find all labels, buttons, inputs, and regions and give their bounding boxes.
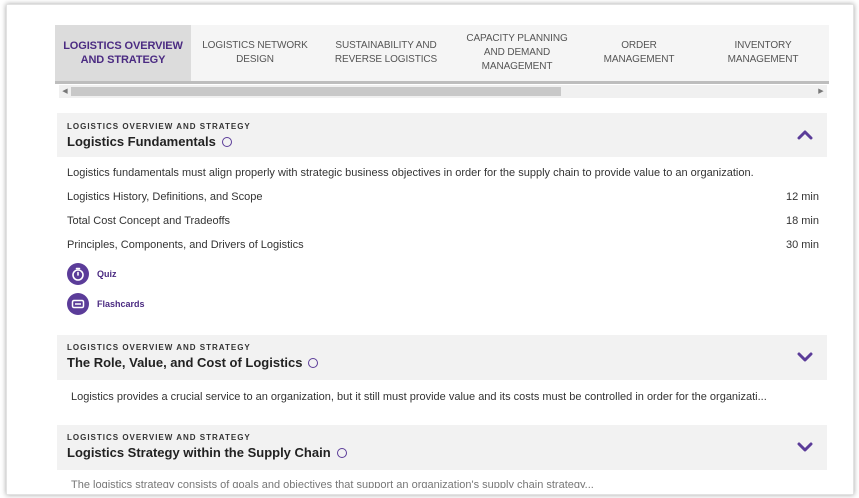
scroll-right-icon[interactable]: ▶ [815,85,827,98]
lesson-duration: 18 min [785,215,819,227]
chevron-up-icon[interactable] [797,127,813,143]
module-description: Logistics fundamentals must align proper… [67,167,754,179]
lesson-name: Principles, Components, and Drivers of L… [67,239,304,251]
progress-circle-icon [221,137,232,147]
tab-scrollbar[interactable]: ◀ ▶ [59,85,827,98]
tab-inventory-management[interactable]: INVENTORY MANAGEMENT [697,25,829,81]
tab-sustainability[interactable]: SUSTAINABILITY AND REVERSE LOGISTICS [319,25,453,81]
module-title: Logistics Fundamentals [67,134,232,149]
module-eyebrow: LOGISTICS OVERVIEW AND STRATEGY [67,122,251,131]
lesson-row[interactable]: Total Cost Concept and Tradeoffs 18 min [67,215,819,231]
tab-logistics-overview[interactable]: LOGISTICS OVERVIEW AND STRATEGY [55,25,191,81]
scrollbar-thumb[interactable] [71,87,561,96]
flashcards-label: Flashcards [97,299,145,309]
module-header[interactable]: LOGISTICS OVERVIEW AND STRATEGY Logistic… [57,425,827,470]
tab-logistics-network-design[interactable]: LOGISTICS NETWORK DESIGN [191,25,319,81]
module-title-text: The Role, Value, and Cost of Logistics [67,355,303,370]
module-title: Logistics Strategy within the Supply Cha… [67,445,347,460]
course-window: LOGISTICS OVERVIEW AND STRATEGY LOGISTIC… [6,4,854,495]
module-description: The logistics strategy consists of goals… [71,479,594,488]
progress-circle-icon [336,448,347,458]
chevron-down-icon[interactable] [797,439,813,455]
module-tab-bar: LOGISTICS OVERVIEW AND STRATEGY LOGISTIC… [55,25,829,81]
module-eyebrow: LOGISTICS OVERVIEW AND STRATEGY [67,343,251,352]
lesson-duration: 30 min [785,239,819,251]
module-header[interactable]: LOGISTICS OVERVIEW AND STRATEGY Logistic… [57,113,827,157]
tab-capacity-planning[interactable]: CAPACITY PLANNING AND DEMAND MANAGEMENT [453,25,581,81]
quiz-link[interactable]: Quiz [67,263,117,285]
module-eyebrow: LOGISTICS OVERVIEW AND STRATEGY [67,433,251,442]
scroll-left-icon[interactable]: ◀ [59,85,71,98]
lesson-name: Logistics History, Definitions, and Scop… [67,191,263,203]
tab-order-management[interactable]: ORDER MANAGEMENT [581,25,697,81]
module-title-text: Logistics Fundamentals [67,134,216,149]
progress-circle-icon [308,358,319,368]
lesson-duration: 12 min [785,191,819,203]
lesson-row[interactable]: Logistics History, Definitions, and Scop… [67,191,819,207]
quiz-label: Quiz [97,269,117,279]
module-header[interactable]: LOGISTICS OVERVIEW AND STRATEGY The Role… [57,335,827,380]
module-title: The Role, Value, and Cost of Logistics [67,355,319,370]
lesson-row[interactable]: Principles, Components, and Drivers of L… [67,239,819,255]
lesson-name: Total Cost Concept and Tradeoffs [67,215,231,227]
tab-underline [55,81,829,84]
module-title-text: Logistics Strategy within the Supply Cha… [67,445,331,460]
module-description: Logistics provides a crucial service to … [71,391,767,403]
stopwatch-icon [67,263,89,285]
flashcards-icon [67,293,89,315]
chevron-down-icon[interactable] [797,349,813,365]
flashcards-link[interactable]: Flashcards [67,293,145,315]
